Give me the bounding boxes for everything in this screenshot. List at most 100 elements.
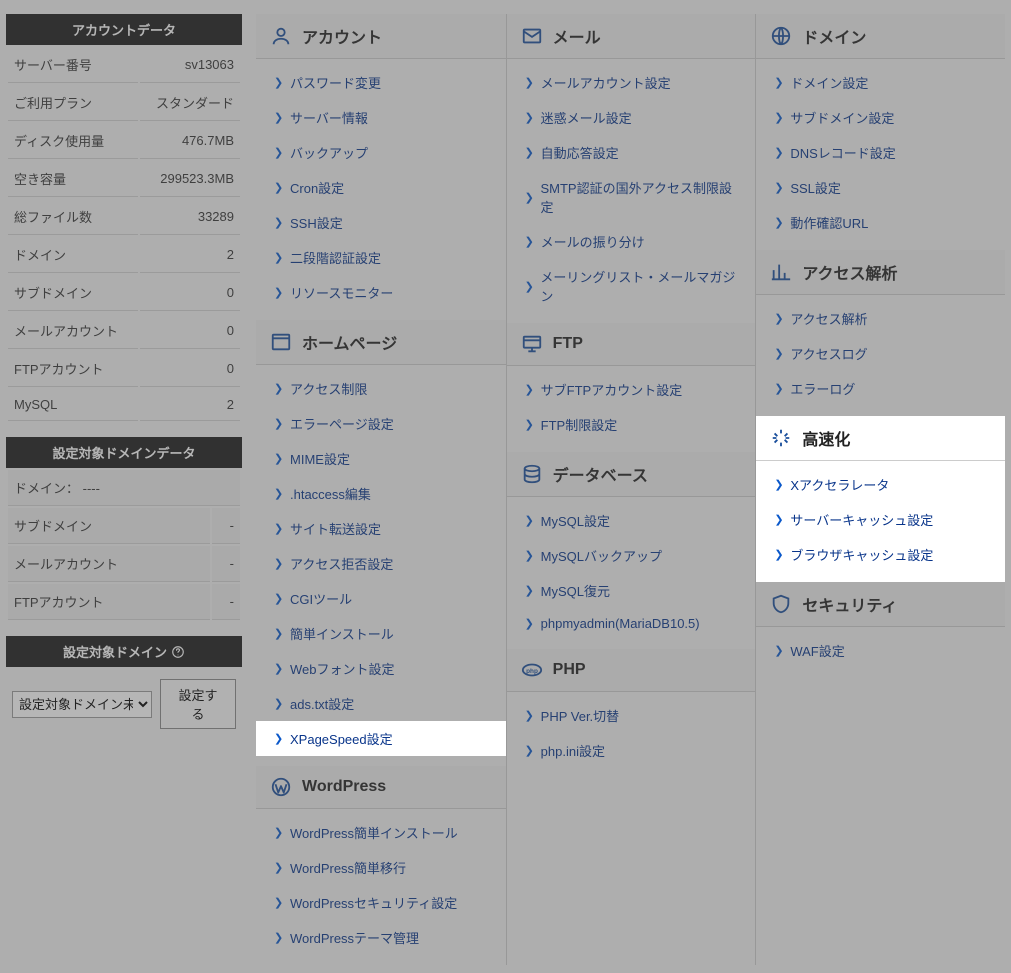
- chevron-right-icon: ❯: [274, 487, 284, 500]
- menu-item[interactable]: ❯ SMTP認証の国外アクセス制限設定: [507, 170, 756, 224]
- chevron-right-icon: ❯: [274, 861, 284, 874]
- chevron-right-icon: ❯: [274, 286, 284, 299]
- menu-item-label: PHP Ver.切替: [541, 706, 620, 725]
- menu-item[interactable]: ❯FTP制限設定: [507, 407, 756, 442]
- ftp-icon: [521, 333, 543, 355]
- menu-item[interactable]: ❯アクセスログ: [756, 336, 1005, 371]
- menu-item[interactable]: ❯PHP Ver.切替: [507, 698, 756, 733]
- menu-item[interactable]: ❯WordPress簡単移行: [256, 850, 506, 885]
- chevron-right-icon: ❯: [525, 744, 535, 757]
- menu-item[interactable]: ❯MIME設定: [256, 441, 506, 476]
- chevron-right-icon: ❯: [774, 76, 784, 89]
- chevron-right-icon: ❯: [525, 617, 535, 630]
- menu-item[interactable]: ❯アクセス拒否設定: [256, 546, 506, 581]
- menu-item-label: php.ini設定: [541, 741, 605, 760]
- menu-item[interactable]: ❯DNSレコード設定: [756, 135, 1005, 170]
- menu-item[interactable]: ❯エラーページ設定: [256, 406, 506, 441]
- menu-item[interactable]: ❯XPageSpeed設定: [256, 721, 506, 756]
- menu-item[interactable]: ❯phpmyadmin(MariaDB10.5): [507, 608, 756, 639]
- menu-item[interactable]: ❯サーバーキャッシュ設定: [756, 502, 1005, 537]
- menu-item[interactable]: ❯MySQLバックアップ: [507, 538, 756, 573]
- section-header-mail: メール: [507, 14, 756, 59]
- menu-item[interactable]: ❯簡単インストール: [256, 616, 506, 651]
- account-row-value: 0: [140, 275, 241, 311]
- menu-item-label: MySQLバックアップ: [541, 546, 662, 565]
- menu-item[interactable]: ❯迷惑メール設定: [507, 100, 756, 135]
- menu-item[interactable]: ❯.htaccess編集: [256, 476, 506, 511]
- menu-item[interactable]: ❯WAF設定: [756, 633, 1005, 668]
- menu-item[interactable]: ❯メーリングリスト・メールマガジン: [507, 259, 756, 313]
- menu-item[interactable]: ❯Webフォント設定: [256, 651, 506, 686]
- section-body-php: ❯PHP Ver.切替 ❯ php.ini設定: [507, 692, 756, 778]
- menu-item-label: メールアカウント設定: [541, 73, 671, 92]
- domain-row-value: -: [212, 546, 240, 582]
- chevron-right-icon: ❯: [274, 627, 284, 640]
- menu-item[interactable]: ❯バックアップ: [256, 135, 506, 170]
- menu-item[interactable]: ❯動作確認URL: [756, 205, 1005, 240]
- chevron-right-icon: ❯: [774, 644, 784, 657]
- menu-item[interactable]: ❯サーバー情報: [256, 100, 506, 135]
- menu-item[interactable]: ❯メールの振り分け: [507, 224, 756, 259]
- menu-item[interactable]: ❯WordPressセキュリティ設定: [256, 885, 506, 920]
- svg-text:php: php: [526, 668, 538, 675]
- account-row-value: sv13063: [140, 47, 241, 83]
- menu-item[interactable]: ❯WordPress簡単インストール: [256, 815, 506, 850]
- menu-item[interactable]: ❯ドメイン設定: [756, 65, 1005, 100]
- section-header-access: アクセス解析: [756, 250, 1005, 295]
- chevron-right-icon: ❯: [525, 191, 535, 204]
- menu-item[interactable]: ❯MySQL復元: [507, 573, 756, 608]
- menu-item[interactable]: ❯パスワード変更: [256, 65, 506, 100]
- menu-item[interactable]: ❯SSH設定: [256, 205, 506, 240]
- menu-item-label: サーバーキャッシュ設定: [790, 510, 933, 529]
- mail-icon: [521, 25, 543, 47]
- section-body-ftp: ❯サブFTPアカウント設定❯FTP制限設定: [507, 366, 756, 452]
- menu-item-label: サブFTPアカウント設定: [541, 380, 683, 399]
- menu-item[interactable]: ❯CGIツール: [256, 581, 506, 616]
- section-header-speed: 高速化: [756, 416, 1005, 461]
- section-header-database: データベース: [507, 452, 756, 497]
- section-body-account: ❯パスワード変更❯サーバー情報❯バックアップ❯Cron設定❯SSH設定❯二段階認…: [256, 59, 506, 320]
- menu-item[interactable]: ❯自動応答設定: [507, 135, 756, 170]
- menu-item[interactable]: ❯サイト転送設定: [256, 511, 506, 546]
- menu-item[interactable]: ❯サブドメイン設定: [756, 100, 1005, 135]
- menu-item-label: アクセス制限: [290, 379, 367, 398]
- account-row-value: スタンダード: [140, 85, 241, 121]
- account-row-label: メールアカウント: [8, 313, 138, 349]
- access-icon: [770, 261, 792, 283]
- php-icon: php: [521, 659, 543, 681]
- chevron-right-icon: ❯: [274, 146, 284, 159]
- menu-item-label: SMTP認証の国外アクセス制限設定: [540, 178, 741, 216]
- menu-item-label: XPageSpeed設定: [290, 729, 393, 748]
- menu-item-label: メーリングリスト・メールマガジン: [540, 267, 741, 305]
- menu-item[interactable]: ❯Xアクセラレータ: [756, 467, 1005, 502]
- chevron-right-icon: ❯: [274, 592, 284, 605]
- account-row-value: 2: [140, 237, 241, 273]
- menu-item[interactable]: ❯ads.txt設定: [256, 686, 506, 721]
- chevron-right-icon: ❯: [774, 216, 784, 229]
- menu-item[interactable]: ❯アクセス制限: [256, 371, 506, 406]
- menu-item[interactable]: ❯WordPressテーマ管理: [256, 920, 506, 955]
- menu-item[interactable]: ❯ブラウザキャッシュ設定: [756, 537, 1005, 572]
- domain-row-label: ドメイン： ----: [8, 470, 240, 506]
- menu-item[interactable]: ❯ php.ini設定: [507, 733, 756, 768]
- account-row-value: 476.7MB: [140, 123, 241, 159]
- menu-item[interactable]: ❯二段階認証設定: [256, 240, 506, 275]
- menu-item[interactable]: ❯メールアカウント設定: [507, 65, 756, 100]
- menu-item[interactable]: ❯SSL設定: [756, 170, 1005, 205]
- speed-icon: [770, 427, 792, 449]
- menu-item[interactable]: ❯リソースモニター: [256, 275, 506, 310]
- target-domain-select[interactable]: 設定対象ドメイン未: [12, 691, 152, 718]
- domain-icon: [770, 25, 792, 47]
- menu-item[interactable]: ❯Cron設定: [256, 170, 506, 205]
- menu-item[interactable]: ❯エラーログ: [756, 371, 1005, 406]
- menu-item[interactable]: ❯サブFTPアカウント設定: [507, 372, 756, 407]
- menu-item[interactable]: ❯MySQL設定: [507, 503, 756, 538]
- set-domain-button[interactable]: 設定する: [160, 679, 236, 729]
- section-title: データベース: [553, 462, 648, 486]
- section-body-mail: ❯メールアカウント設定❯迷惑メール設定❯自動応答設定 ❯ SMTP認証の国外アクセス…: [507, 59, 756, 323]
- section-body-access: ❯アクセス解析❯アクセスログ❯エラーログ: [756, 295, 1005, 416]
- chevron-right-icon: ❯: [274, 181, 284, 194]
- domain-row-label: サブドメイン: [8, 508, 210, 544]
- chevron-right-icon: ❯: [274, 522, 284, 535]
- menu-item[interactable]: ❯アクセス解析: [756, 301, 1005, 336]
